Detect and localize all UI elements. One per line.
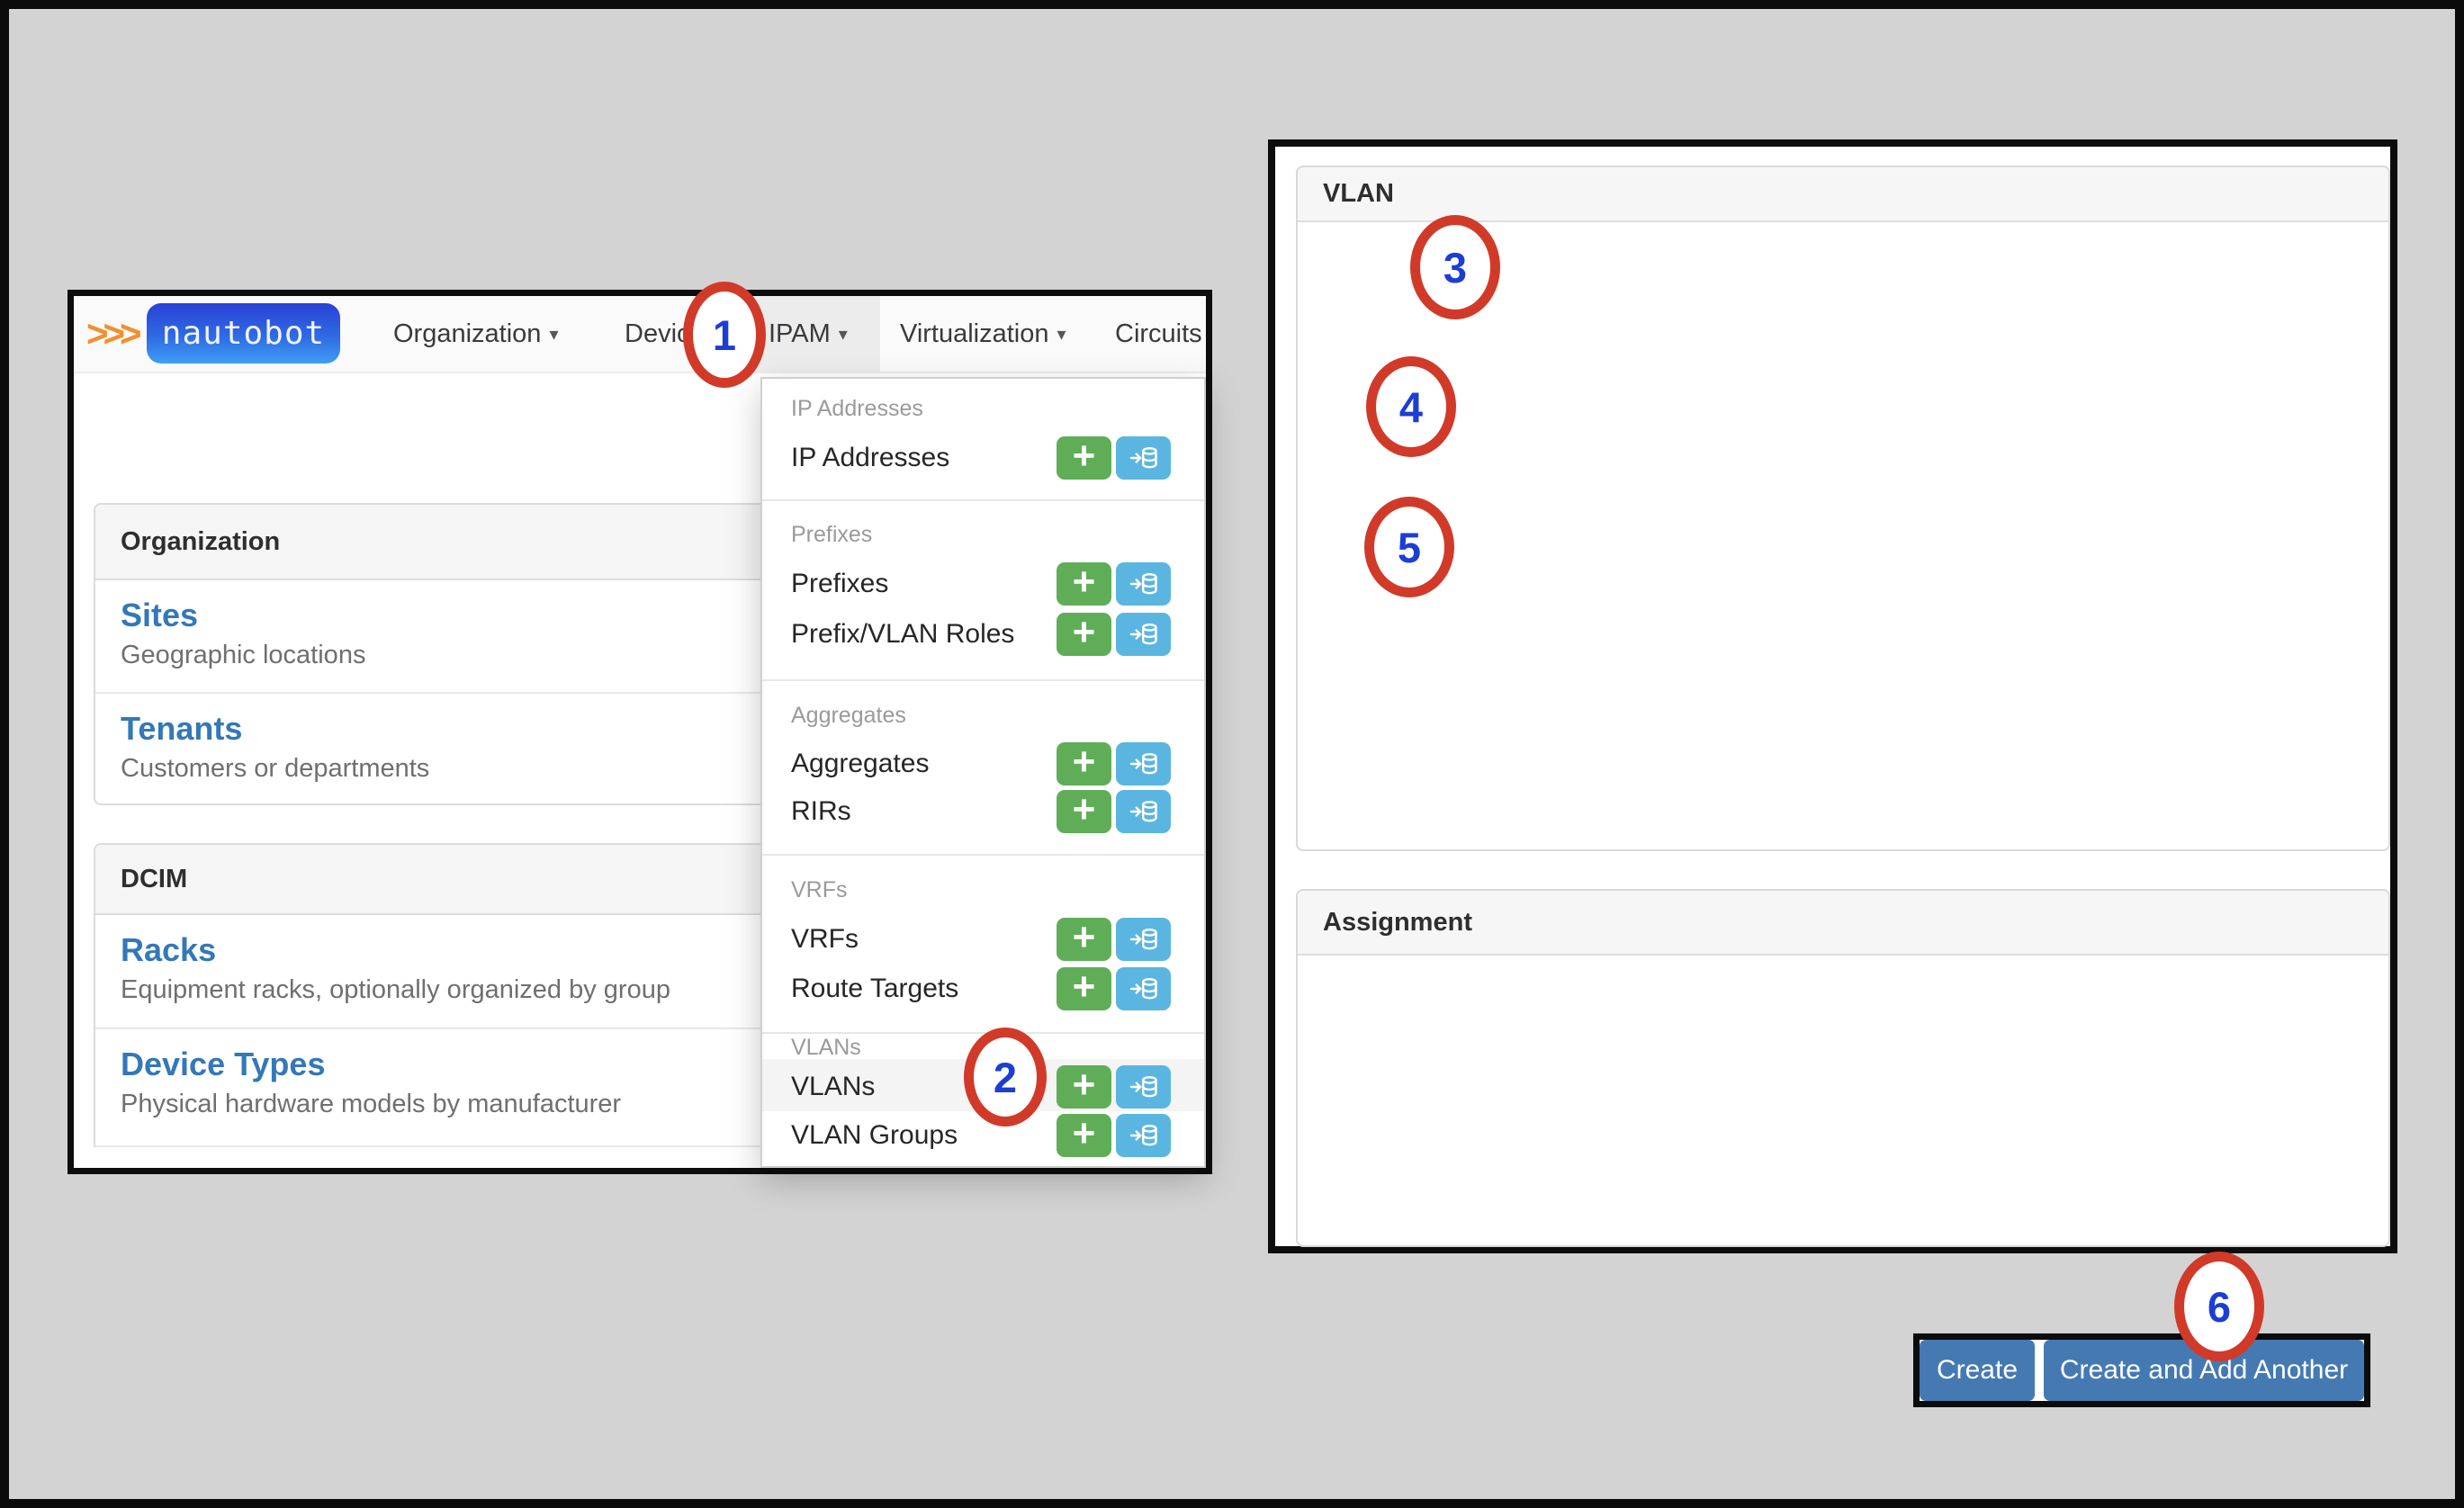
add-route-targets-button[interactable]: + bbox=[1057, 967, 1111, 1010]
nautobot-logo[interactable]: nautobot bbox=[147, 303, 340, 364]
import-rirs-button[interactable] bbox=[1116, 790, 1171, 833]
plus-icon: + bbox=[1073, 790, 1096, 830]
import-ip-addresses-button[interactable] bbox=[1116, 436, 1171, 480]
import-route-targets-button[interactable] bbox=[1116, 967, 1171, 1010]
menu-item-route-targets[interactable]: Route Targets bbox=[791, 963, 958, 1015]
divider bbox=[762, 679, 1204, 681]
import-vlans-button[interactable] bbox=[1116, 1065, 1171, 1109]
annotation-number: 4 bbox=[1399, 382, 1423, 432]
annotation-number: 2 bbox=[994, 1053, 1017, 1102]
nav-item-organization[interactable]: Organization▾ bbox=[393, 296, 558, 372]
plus-icon: + bbox=[1073, 562, 1096, 602]
plus-icon: + bbox=[1073, 967, 1096, 1007]
annotation-number: 1 bbox=[713, 310, 736, 360]
nav-item-ipam[interactable]: IPAM▾ bbox=[769, 296, 848, 372]
import-database-icon bbox=[1129, 927, 1159, 952]
add-vlans-button[interactable]: + bbox=[1057, 1065, 1111, 1109]
add-prefixes-button[interactable]: + bbox=[1057, 562, 1111, 606]
import-aggregates-button[interactable] bbox=[1116, 742, 1171, 785]
add-vrfs-button[interactable]: + bbox=[1057, 918, 1111, 961]
divider bbox=[762, 1032, 1204, 1034]
add-aggregates-button[interactable]: + bbox=[1057, 742, 1111, 785]
annotation-number: 6 bbox=[2208, 1282, 2231, 1332]
menu-item-aggregates[interactable]: Aggregates bbox=[791, 738, 929, 790]
import-database-icon bbox=[1129, 799, 1159, 824]
menu-item-prefixes[interactable]: Prefixes bbox=[791, 558, 888, 610]
import-vlan-groups-button[interactable] bbox=[1116, 1114, 1171, 1157]
card-assignment: Assignment bbox=[1296, 889, 2390, 1247]
plus-icon: + bbox=[1073, 613, 1096, 652]
annotation-circle-5: 5 bbox=[1364, 497, 1454, 597]
plus-icon: + bbox=[1073, 742, 1096, 782]
plus-icon: + bbox=[1073, 1065, 1096, 1105]
plus-icon: + bbox=[1073, 1114, 1096, 1153]
plus-icon: + bbox=[1073, 436, 1096, 476]
card-assignment-title: Assignment bbox=[1298, 891, 2388, 956]
card-vlan-title: VLAN bbox=[1298, 167, 2388, 222]
import-database-icon bbox=[1129, 571, 1159, 597]
nav-item-virtualization[interactable]: Virtualization▾ bbox=[900, 296, 1066, 372]
import-database-icon bbox=[1129, 976, 1159, 1001]
import-database-icon bbox=[1129, 445, 1159, 471]
nautobot-logo-text: nautobot bbox=[162, 315, 325, 352]
import-database-icon bbox=[1129, 1123, 1159, 1148]
nav-item-circuits[interactable]: Circuits bbox=[1115, 296, 1202, 372]
menu-section-header: IP Addresses bbox=[791, 388, 923, 429]
annotation-circle-6: 6 bbox=[2174, 1252, 2264, 1361]
add-prefix-vlan-roles-button[interactable]: + bbox=[1057, 613, 1111, 656]
add-rirs-button[interactable]: + bbox=[1057, 790, 1111, 833]
chevron-down-icon: ▾ bbox=[549, 323, 558, 346]
annotation-circle-1: 1 bbox=[683, 282, 766, 388]
add-ip-addresses-button[interactable]: + bbox=[1057, 436, 1111, 480]
annotation-circle-2: 2 bbox=[964, 1028, 1047, 1127]
import-database-icon bbox=[1129, 622, 1159, 647]
menu-item-vlan-groups[interactable]: VLAN Groups bbox=[791, 1109, 958, 1162]
annotation-circle-3: 3 bbox=[1410, 215, 1500, 319]
menu-section-header: Aggregates bbox=[791, 695, 906, 736]
import-vrfs-button[interactable] bbox=[1116, 918, 1171, 961]
annotation-circle-4: 4 bbox=[1366, 356, 1456, 457]
menu-item-rirs[interactable]: RIRs bbox=[791, 785, 851, 838]
divider bbox=[762, 499, 1204, 501]
menu-section-header: VRFs bbox=[791, 869, 848, 911]
annotation-number: 3 bbox=[1443, 243, 1467, 292]
menu-item-prefix-vlan-roles[interactable]: Prefix/VLAN Roles bbox=[791, 608, 1014, 660]
menu-section-header: Prefixes bbox=[791, 514, 872, 555]
import-prefix-vlan-roles-button[interactable] bbox=[1116, 613, 1171, 656]
tutorial-screenshot: >>> nautobot Organization▾Devices▾IPAM▾V… bbox=[0, 0, 2464, 1508]
annotation-number: 5 bbox=[1398, 523, 1421, 572]
menu-item-vrfs[interactable]: VRFs bbox=[791, 913, 859, 965]
menu-item-vlans[interactable]: VLANs bbox=[791, 1061, 875, 1113]
chevron-down-icon: ▾ bbox=[1057, 323, 1066, 346]
add-vlan-groups-button[interactable]: + bbox=[1057, 1114, 1111, 1157]
action-buttons-box: Create Create and Add Another bbox=[1913, 1333, 2370, 1407]
divider bbox=[762, 854, 1204, 856]
chevron-down-icon: ▾ bbox=[839, 323, 848, 346]
plus-icon: + bbox=[1073, 918, 1096, 957]
import-database-icon bbox=[1129, 751, 1159, 776]
logo-chevrons-icon: >>> bbox=[86, 296, 137, 372]
import-prefixes-button[interactable] bbox=[1116, 562, 1171, 606]
top-navbar: >>> nautobot Organization▾Devices▾IPAM▾V… bbox=[74, 296, 1206, 373]
import-database-icon bbox=[1129, 1074, 1159, 1100]
nautobot-window: >>> nautobot Organization▾Devices▾IPAM▾V… bbox=[67, 290, 1212, 1174]
create-button[interactable]: Create bbox=[1920, 1340, 2035, 1401]
menu-item-ip-addresses[interactable]: IP Addresses bbox=[791, 432, 949, 484]
